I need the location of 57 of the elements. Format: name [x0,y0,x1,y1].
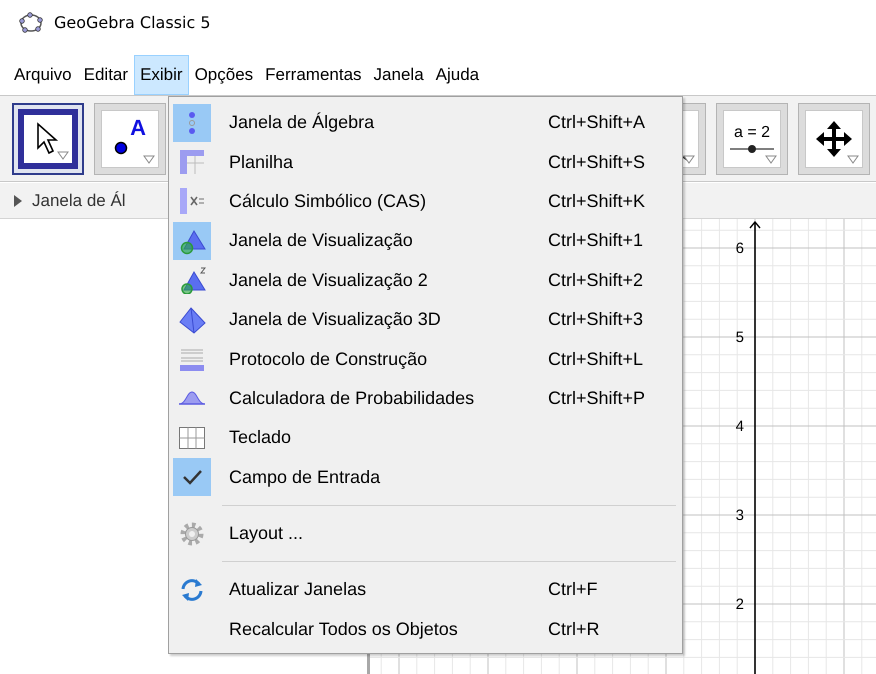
shortcut-label: Ctrl+Shift+S [548,152,646,173]
shortcut-label: Ctrl+Shift+1 [548,230,644,252]
menu-item[interactable]: Janela de Visualização 3D Ctrl+Shift+3 [169,300,682,340]
dropdown-arrow-icon [143,154,155,164]
menu-item[interactable]: Recalcular Todos os Objetos Ctrl+R [169,610,682,650]
menu-bar-item[interactable]: Editar [78,55,134,95]
shortcut-label: Ctrl+Shift+3 [548,309,644,330]
window-title: GeoGebra Classic 5 [54,13,210,32]
shortcut-label: Ctrl+Shift+K [548,190,646,212]
menu-bar-item[interactable]: Arquivo [8,55,78,95]
tool-button[interactable] [798,102,870,174]
menu-item[interactable]: Cálculo Simbólico (CAS) Ctrl+Shift+K [169,182,682,222]
axis-label: 3 [736,507,744,524]
dropdown-arrow-icon [765,154,777,164]
menu-bar-item[interactable]: Opções [188,55,260,95]
menu-item[interactable]: Janela de Visualização Ctrl+Shift+1 [169,221,682,261]
slider-icon [730,144,774,154]
dropdown-arrow-icon [57,150,69,160]
shortcut-label: Ctrl+Shift+2 [548,270,644,291]
settings-icon [178,520,206,548]
axis-label: 2 [736,596,744,613]
tool-button[interactable]: a = 2 [716,102,788,174]
dropdown-arrow-icon [683,154,695,164]
pyramid-icon [178,306,206,334]
point-icon [114,140,128,154]
menu-item[interactable]: Campo de Entrada [169,458,682,497]
menu-item[interactable]: Janela de Visualização 2 Ctrl+Shift+2 [169,260,682,300]
menu-item[interactable]: Layout ... [169,514,682,554]
shortcut-label: Ctrl+R [548,618,601,640]
menu-bar-item[interactable]: Ferramentas [259,55,368,95]
axis-label: 5 [736,329,744,346]
tool-button[interactable] [12,102,84,174]
menu-item[interactable]: Planilha Ctrl+Shift+S [169,142,682,182]
expand-icon[interactable] [14,194,22,206]
algebra-view-icon [188,110,196,135]
panel-title: Janela de Ál [32,190,126,210]
app-logo-icon [18,12,44,34]
tool-button[interactable]: A [94,102,166,174]
shortcut-label: Ctrl+F [548,579,598,600]
axis-label: 6 [736,240,744,257]
menu-item[interactable]: Atualizar Janelas Ctrl+F [169,570,682,610]
shortcut-label: Ctrl+Shift+A [548,112,646,134]
move-icon [814,118,854,158]
cas-icon [178,187,206,216]
menu-bar-item[interactable]: Janela [368,55,430,95]
menu-item[interactable]: Teclado [169,418,682,458]
spreadsheet-icon [178,148,206,176]
menu-item[interactable]: Janela de Álgebra Ctrl+Shift+A [169,103,682,142]
dropdown-arrow-icon [847,154,859,164]
menu-bar-item[interactable]: Ajuda [430,55,486,95]
menu-item[interactable]: Calculadora de Probabilidades Ctrl+Shift+P [169,378,682,418]
menu-bar-item[interactable]: Exibir [134,55,189,95]
arrow-cursor-icon [35,122,61,156]
menu-item[interactable]: Protocolo de Construção Ctrl+Shift+L [169,339,682,379]
shortcut-label: Ctrl+Shift+P [548,388,646,409]
axis-label: 4 [736,418,744,435]
shortcut-label: Ctrl+Shift+L [548,348,644,370]
